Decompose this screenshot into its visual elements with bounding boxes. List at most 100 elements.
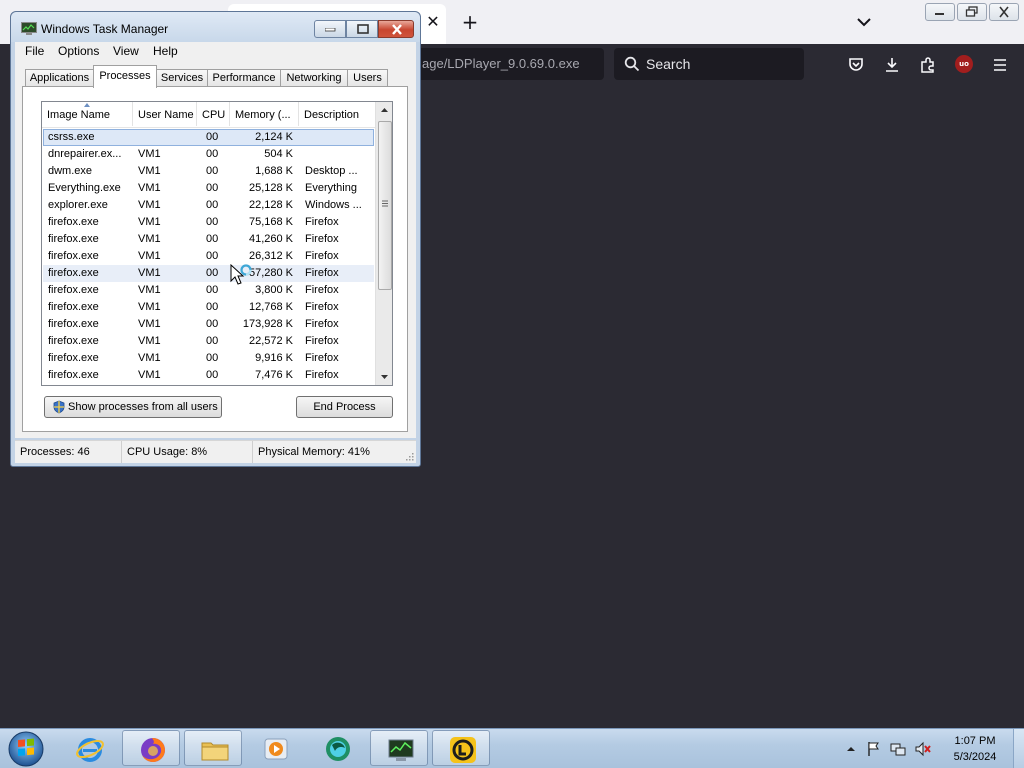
process-description: Firefox	[305, 301, 339, 313]
process-cpu: 00	[206, 335, 219, 347]
status-processes: Processes: 46	[15, 441, 122, 463]
process-cpu: 00	[206, 165, 219, 177]
action-center-flag-icon[interactable]	[866, 741, 882, 757]
hamburger-menu-icon[interactable]	[991, 56, 1009, 74]
process-user: VM1	[138, 318, 161, 330]
search-box[interactable]: Search	[614, 48, 804, 80]
process-row[interactable]: csrss.exe 00 2,124 K	[43, 129, 374, 146]
scrollbar-thumb[interactable]	[378, 121, 392, 290]
tab-performance[interactable]: Performance	[207, 69, 281, 87]
process-row[interactable]: firefox.exe VM1 00 7,476 K Firefox	[43, 367, 374, 384]
process-cpu: 00	[206, 301, 219, 313]
process-description: Firefox	[305, 352, 339, 364]
menu-help[interactable]: Help	[153, 44, 178, 58]
taskbar-browser-app[interactable]	[308, 730, 366, 766]
process-list-header: Image Name User Name CPU Memory (... Des…	[42, 102, 375, 128]
clock-date: 5/3/2024	[953, 751, 997, 763]
column-memory[interactable]: Memory (...	[230, 102, 299, 126]
tab-applications[interactable]: Applications	[25, 69, 94, 87]
process-row[interactable]: firefox.exe VM1 00 173,928 K Firefox	[43, 316, 374, 333]
browser-close-button[interactable]	[989, 3, 1019, 21]
process-row[interactable]: firefox.exe VM1 00 9,916 K Firefox	[43, 350, 374, 367]
process-row[interactable]: firefox.exe VM1 00 22,572 K Firefox	[43, 333, 374, 350]
tab-networking[interactable]: Networking	[280, 69, 348, 87]
menu-bar: File Options View Help	[15, 42, 416, 62]
new-tab-button[interactable]: +	[460, 10, 480, 34]
taskbar-task-manager[interactable]	[370, 730, 428, 766]
process-row[interactable]: firefox.exe VM1 00 3,800 K Firefox	[43, 282, 374, 299]
process-row[interactable]: firefox.exe VM1 00 57,280 K Firefox	[43, 265, 374, 282]
process-memory: 22,572 K	[248, 335, 293, 347]
process-name: firefox.exe	[48, 318, 99, 330]
taskbar-media-player[interactable]	[246, 730, 304, 766]
process-cpu: 00	[206, 352, 219, 364]
downloads-icon[interactable]	[883, 56, 901, 74]
menu-file[interactable]: File	[25, 44, 44, 58]
minimize-button[interactable]	[314, 20, 346, 38]
tab-close-icon[interactable]: ✕	[424, 12, 442, 32]
scroll-up-icon[interactable]	[376, 102, 393, 119]
network-icon[interactable]	[890, 741, 906, 757]
start-button-icon[interactable]	[6, 730, 46, 768]
firefox-icon	[141, 738, 165, 762]
process-cpu: 00	[206, 250, 219, 262]
process-description: Firefox	[305, 369, 339, 381]
browser-minimize-button[interactable]	[925, 3, 955, 21]
browser-app-icon	[326, 737, 350, 761]
process-user: VM1	[138, 335, 161, 347]
tab-services[interactable]: Services	[156, 69, 208, 87]
extensions-icon[interactable]	[919, 56, 937, 74]
show-desktop-button[interactable]	[1013, 729, 1024, 768]
process-description: Desktop ...	[305, 165, 358, 177]
process-row[interactable]: firefox.exe VM1 00 26,312 K Firefox	[43, 248, 374, 265]
column-description[interactable]: Description	[299, 102, 375, 126]
process-user: VM1	[138, 233, 161, 245]
maximize-button[interactable]	[346, 20, 378, 38]
show-all-processes-button[interactable]: Show processes from all users	[44, 396, 222, 418]
process-cpu: 00	[206, 216, 219, 228]
process-list[interactable]: Image Name User Name CPU Memory (... Des…	[41, 101, 393, 386]
end-process-button[interactable]: End Process	[296, 396, 393, 418]
list-tabs-icon[interactable]	[854, 12, 874, 32]
process-row[interactable]: Everything.exe VM1 00 25,128 K Everything	[43, 180, 374, 197]
taskbar-internet-explorer[interactable]	[60, 730, 118, 766]
process-row[interactable]: dnrepairer.ex... VM1 00 504 K	[43, 146, 374, 163]
show-hidden-icons-icon[interactable]	[846, 744, 856, 754]
resize-grip-icon[interactable]	[404, 451, 414, 461]
process-description: Firefox	[305, 335, 339, 347]
process-row[interactable]: firefox.exe VM1 00 12,768 K Firefox	[43, 299, 374, 316]
process-row[interactable]: dwm.exe VM1 00 1,688 K Desktop ...	[43, 163, 374, 180]
process-list-scrollbar[interactable]	[375, 102, 393, 385]
internet-explorer-icon	[76, 738, 104, 762]
menu-view[interactable]: View	[113, 44, 139, 58]
process-description: Windows ...	[305, 199, 362, 211]
process-row[interactable]: firefox.exe VM1 00 41,260 K Firefox	[43, 231, 374, 248]
close-button[interactable]	[378, 20, 414, 38]
taskbar-file-explorer[interactable]	[184, 730, 242, 766]
process-cpu: 00	[206, 318, 219, 330]
window-title: Windows Task Manager	[41, 22, 169, 36]
title-bar[interactable]: Windows Task Manager	[11, 12, 420, 42]
tab-processes[interactable]: Processes	[93, 65, 157, 88]
process-name: firefox.exe	[48, 250, 99, 262]
volume-muted-icon[interactable]	[914, 741, 932, 757]
column-image-name[interactable]: Image Name	[42, 102, 133, 126]
taskbar-firefox[interactable]	[122, 730, 180, 766]
process-memory: 75,168 K	[248, 216, 293, 228]
process-row[interactable]: firefox.exe VM1 00 75,168 K Firefox	[43, 214, 374, 231]
process-cpu: 00	[206, 284, 219, 296]
url-bar[interactable]: age/LDPlayer_9.0.69.0.exe	[408, 48, 604, 80]
pocket-icon[interactable]	[847, 56, 865, 74]
media-player-icon	[264, 738, 288, 760]
browser-restore-button[interactable]	[957, 3, 987, 21]
scroll-down-icon[interactable]	[376, 368, 393, 385]
tab-users[interactable]: Users	[347, 69, 388, 87]
process-name: firefox.exe	[48, 352, 99, 364]
process-row[interactable]: explorer.exe VM1 00 22,128 K Windows ...	[43, 197, 374, 214]
ublock-origin-icon[interactable]: uo	[955, 55, 973, 73]
menu-options[interactable]: Options	[58, 44, 99, 58]
taskbar-ldplayer[interactable]	[432, 730, 490, 766]
system-clock[interactable]: 1:07 PM 5/3/2024	[940, 733, 1010, 765]
column-user-name[interactable]: User Name	[133, 102, 197, 126]
column-cpu[interactable]: CPU	[197, 102, 230, 126]
